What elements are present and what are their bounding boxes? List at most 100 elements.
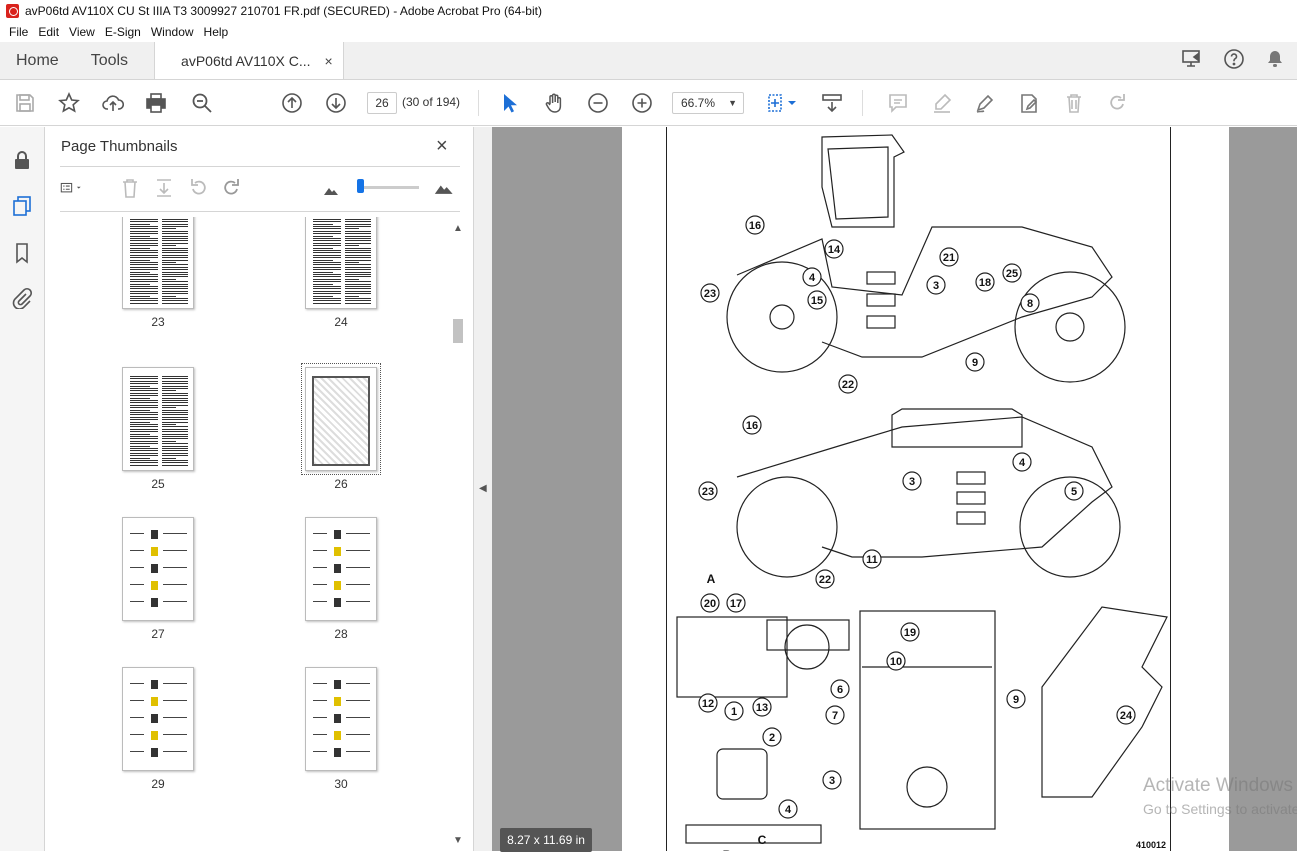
zoom-out-icon[interactable] bbox=[586, 91, 610, 115]
callout-label: 4 bbox=[809, 272, 816, 284]
delete-page-icon[interactable] bbox=[119, 177, 143, 201]
page-thumbnail[interactable] bbox=[305, 217, 377, 309]
close-panel-icon[interactable]: × bbox=[436, 135, 448, 158]
text-line bbox=[162, 436, 188, 437]
close-tab-icon[interactable]: × bbox=[325, 53, 333, 69]
icon-row bbox=[151, 530, 158, 539]
zoom-level-select[interactable]: 66.7%▼ bbox=[672, 92, 744, 114]
draw-pen-icon[interactable] bbox=[973, 91, 997, 115]
thumbnail-size-slider-handle[interactable] bbox=[357, 179, 364, 193]
print-icon[interactable] bbox=[144, 91, 168, 115]
comment-icon[interactable] bbox=[886, 91, 910, 115]
page-thumbnail[interactable] bbox=[122, 367, 194, 471]
fit-dropdown-chevron-icon[interactable] bbox=[787, 91, 797, 115]
page-number-input[interactable]: 26 bbox=[367, 92, 397, 114]
text-line bbox=[345, 226, 371, 227]
tab-home[interactable]: Home bbox=[0, 42, 75, 79]
page-thumbnail[interactable] bbox=[305, 517, 377, 621]
lock-icon[interactable] bbox=[11, 149, 35, 173]
bookmark-star-icon[interactable] bbox=[57, 91, 81, 115]
upload-cloud-icon[interactable] bbox=[101, 91, 125, 115]
page-thumbnail[interactable] bbox=[122, 217, 194, 309]
thumbnail-size-slider-track[interactable] bbox=[359, 186, 419, 189]
menu-view[interactable]: View bbox=[69, 25, 95, 39]
text-line bbox=[130, 422, 150, 423]
previous-page-icon[interactable] bbox=[280, 91, 304, 115]
edit-text-icon[interactable] bbox=[1017, 91, 1041, 115]
menu-esign[interactable]: E-Sign bbox=[105, 25, 141, 39]
text-line bbox=[130, 300, 158, 301]
highlighter-icon[interactable] bbox=[930, 91, 954, 115]
scroll-up-arrow-icon[interactable]: ▲ bbox=[453, 223, 463, 234]
tab-document[interactable]: avP06td AV110X C... × bbox=[154, 42, 344, 79]
text-line bbox=[163, 700, 187, 701]
drum-outline bbox=[737, 477, 837, 577]
thumbnail-scrollbar[interactable]: ▲ ▼ bbox=[451, 219, 465, 851]
menu-window[interactable]: Window bbox=[151, 25, 194, 39]
text-line bbox=[130, 751, 144, 752]
page-thumbnail-number: 24 bbox=[305, 315, 377, 329]
text-line bbox=[162, 398, 188, 399]
extract-page-icon[interactable] bbox=[153, 177, 177, 201]
text-line bbox=[130, 448, 158, 449]
help-icon[interactable] bbox=[1223, 48, 1245, 73]
text-line bbox=[162, 293, 188, 294]
text-line bbox=[313, 533, 327, 534]
callout-label: 23 bbox=[704, 288, 716, 300]
page-thumbnail[interactable] bbox=[305, 667, 377, 771]
text-line bbox=[345, 255, 371, 256]
text-line bbox=[162, 448, 188, 449]
hand-tool-icon[interactable] bbox=[542, 91, 566, 115]
rotate-right-icon[interactable] bbox=[221, 177, 245, 201]
page-thumbnail-number: 29 bbox=[122, 777, 194, 791]
scrollbar-thumb[interactable] bbox=[453, 319, 463, 343]
select-cursor-icon[interactable] bbox=[497, 91, 521, 115]
page-thumbnail[interactable] bbox=[122, 667, 194, 771]
tab-tools[interactable]: Tools bbox=[75, 42, 144, 79]
rotate-left-icon[interactable] bbox=[187, 177, 211, 201]
callout-label: 17 bbox=[730, 598, 742, 610]
menu-edit[interactable]: Edit bbox=[38, 25, 59, 39]
text-line bbox=[130, 288, 158, 289]
text-line bbox=[162, 407, 176, 408]
text-line bbox=[130, 419, 158, 420]
page-thumbnail[interactable] bbox=[305, 367, 377, 471]
menu-help[interactable]: Help bbox=[204, 25, 229, 39]
text-line bbox=[162, 424, 176, 425]
text-line bbox=[345, 238, 371, 239]
text-line bbox=[162, 300, 188, 301]
collapse-panel-handle[interactable]: ◀ bbox=[474, 127, 492, 851]
document-viewport[interactable]: 1614415232131825892216234531122ABC201712… bbox=[492, 127, 1297, 851]
icon-row bbox=[334, 564, 341, 573]
text-line bbox=[162, 281, 188, 282]
text-line bbox=[130, 378, 158, 379]
scroll-down-arrow-icon[interactable]: ▼ bbox=[453, 835, 463, 846]
page-thumbnail[interactable] bbox=[122, 517, 194, 621]
menu-file[interactable]: File bbox=[9, 25, 28, 39]
icon-row bbox=[151, 547, 158, 556]
page-thumbnails-icon[interactable] bbox=[11, 195, 35, 219]
scrolling-mode-icon[interactable] bbox=[820, 91, 844, 115]
next-page-icon[interactable] bbox=[324, 91, 348, 115]
fit-page-icon[interactable] bbox=[764, 91, 788, 115]
text-line bbox=[313, 243, 341, 244]
zoom-search-icon[interactable] bbox=[190, 91, 214, 115]
thumbnail-small-mountain-icon[interactable] bbox=[321, 179, 345, 203]
page-thumbnail-number: 30 bbox=[305, 777, 377, 791]
callout-label: 12 bbox=[702, 698, 714, 710]
delete-trash-icon[interactable] bbox=[1062, 91, 1086, 115]
thumbnail-grid: 2324252627282930 bbox=[60, 217, 460, 851]
notifications-bell-icon[interactable] bbox=[1265, 49, 1285, 72]
options-menu-icon[interactable] bbox=[60, 177, 96, 201]
callout-label: 14 bbox=[828, 244, 841, 256]
zoom-in-icon[interactable] bbox=[630, 91, 654, 115]
save-icon[interactable] bbox=[13, 91, 37, 115]
text-line bbox=[345, 298, 371, 299]
text-line bbox=[162, 441, 176, 442]
redo-icon[interactable] bbox=[1106, 91, 1130, 115]
thumbnail-large-mountain-icon[interactable] bbox=[434, 177, 460, 201]
attachment-paperclip-icon[interactable] bbox=[11, 287, 35, 311]
share-screen-icon[interactable] bbox=[1181, 49, 1203, 72]
bookmark-icon[interactable] bbox=[11, 242, 35, 266]
text-line bbox=[313, 274, 341, 275]
